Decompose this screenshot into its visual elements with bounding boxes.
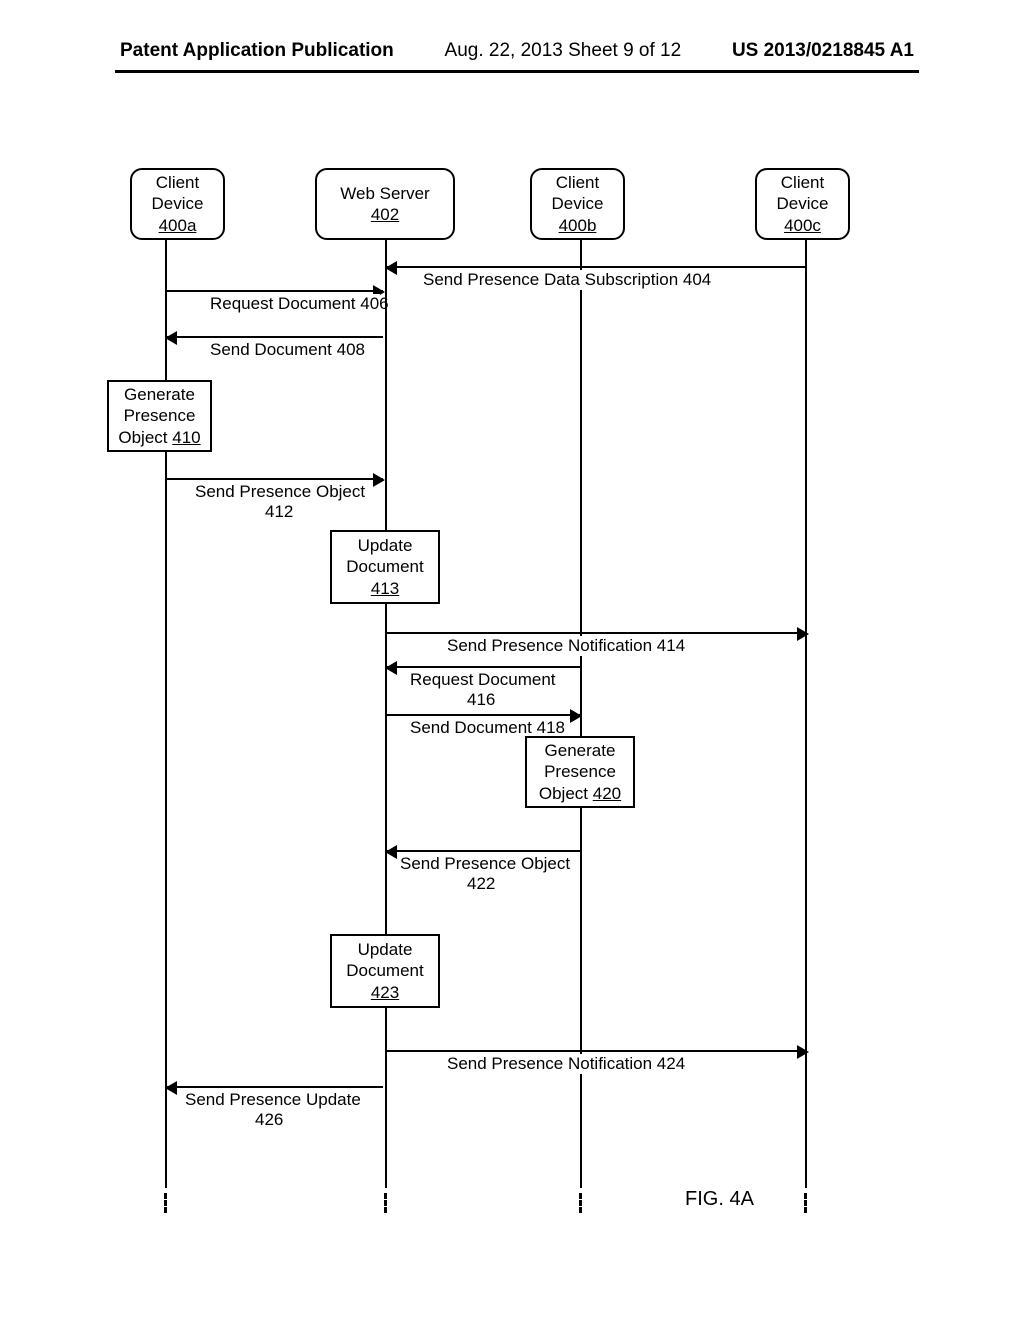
lifeline-client-b-1	[580, 240, 582, 736]
box-410-l2: Presence	[124, 405, 196, 426]
label-412a: Send Presence Object	[195, 482, 365, 502]
box-423-ref: 423	[371, 982, 399, 1003]
label-406: Request Document 406	[210, 294, 380, 314]
label-412b: 412	[265, 502, 293, 522]
lifeline-client-a-dash	[164, 1193, 167, 1213]
box-410: Generate Presence Object 410	[107, 380, 212, 452]
lifeline-server-3	[385, 1008, 387, 1188]
lifeline-server-2	[385, 604, 387, 934]
box-420-ref: 420	[593, 784, 621, 803]
label-418: Send Document 418	[410, 718, 565, 738]
participant-client-a: Client Device 400a	[130, 168, 225, 240]
arrow-416	[387, 666, 580, 668]
lifeline-server-1	[385, 240, 387, 530]
lifeline-client-a-1	[165, 240, 167, 380]
participant-client-c: Client Device 400c	[755, 168, 850, 240]
client-b-ref: 400b	[559, 215, 597, 236]
header-rule	[115, 70, 919, 73]
box-410-l3: Object	[118, 428, 167, 447]
arrow-406	[167, 290, 383, 292]
label-422a: Send Presence Object	[400, 854, 570, 874]
client-a-ref: 400a	[159, 215, 197, 236]
client-b-line1: Client	[556, 172, 599, 193]
client-b-line2: Device	[552, 193, 604, 214]
header-left: Patent Application Publication	[120, 40, 394, 62]
client-c-ref: 400c	[784, 215, 821, 236]
box-420-l1: Generate	[545, 740, 616, 761]
label-408: Send Document 408	[210, 340, 365, 360]
box-413-l2: Document	[346, 556, 423, 577]
box-413-l1: Update	[358, 535, 413, 556]
label-416b: 416	[467, 690, 495, 710]
arrow-426	[167, 1086, 383, 1088]
participant-client-b: Client Device 400b	[530, 168, 625, 240]
label-416a: Request Document	[410, 670, 556, 690]
sequence-diagram: Client Device 400a Web Server 402 Client…	[125, 168, 914, 1228]
box-423-l2: Document	[346, 960, 423, 981]
lifeline-client-b-2	[580, 808, 582, 1188]
arrow-404	[387, 266, 807, 268]
lifeline-client-b-dash	[579, 1193, 582, 1213]
lifeline-server-dash	[384, 1193, 387, 1213]
arrow-424	[387, 1050, 807, 1052]
web-server-line1: Web Server	[340, 183, 429, 204]
box-420-l3-wrap: Object 420	[539, 783, 621, 804]
label-426a: Send Presence Update	[185, 1090, 361, 1110]
header-middle: Aug. 22, 2013 Sheet 9 of 12	[445, 40, 682, 62]
box-420-l3: Object	[539, 784, 588, 803]
client-a-line2: Device	[152, 193, 204, 214]
box-420-l2: Presence	[544, 761, 616, 782]
client-c-line1: Client	[781, 172, 824, 193]
label-422b: 422	[467, 874, 495, 894]
box-413-ref: 413	[371, 578, 399, 599]
lifeline-client-c-dash	[804, 1193, 807, 1213]
web-server-ref: 402	[371, 204, 399, 225]
box-420: Generate Presence Object 420	[525, 736, 635, 808]
arrow-422	[387, 850, 580, 852]
client-a-line1: Client	[156, 172, 199, 193]
box-410-ref: 410	[172, 428, 200, 447]
arrow-408	[167, 336, 383, 338]
box-413: Update Document 413	[330, 530, 440, 604]
box-410-l1: Generate	[124, 384, 195, 405]
arrow-418	[387, 714, 580, 716]
label-424: Send Presence Notification 424	[447, 1054, 685, 1074]
box-410-l3-wrap: Object 410	[118, 427, 200, 448]
label-404: Send Presence Data Subscription 404	[423, 270, 711, 290]
box-423: Update Document 423	[330, 934, 440, 1008]
box-423-l1: Update	[358, 939, 413, 960]
client-c-line2: Device	[777, 193, 829, 214]
arrow-412	[167, 478, 383, 480]
arrow-414	[387, 632, 807, 634]
participant-web-server: Web Server 402	[315, 168, 455, 240]
figure-label: FIG. 4A	[685, 1188, 754, 1211]
label-414: Send Presence Notification 414	[447, 636, 685, 656]
label-426b: 426	[255, 1110, 283, 1130]
header-right: US 2013/0218845 A1	[732, 40, 914, 62]
lifeline-client-a-2	[165, 452, 167, 1188]
